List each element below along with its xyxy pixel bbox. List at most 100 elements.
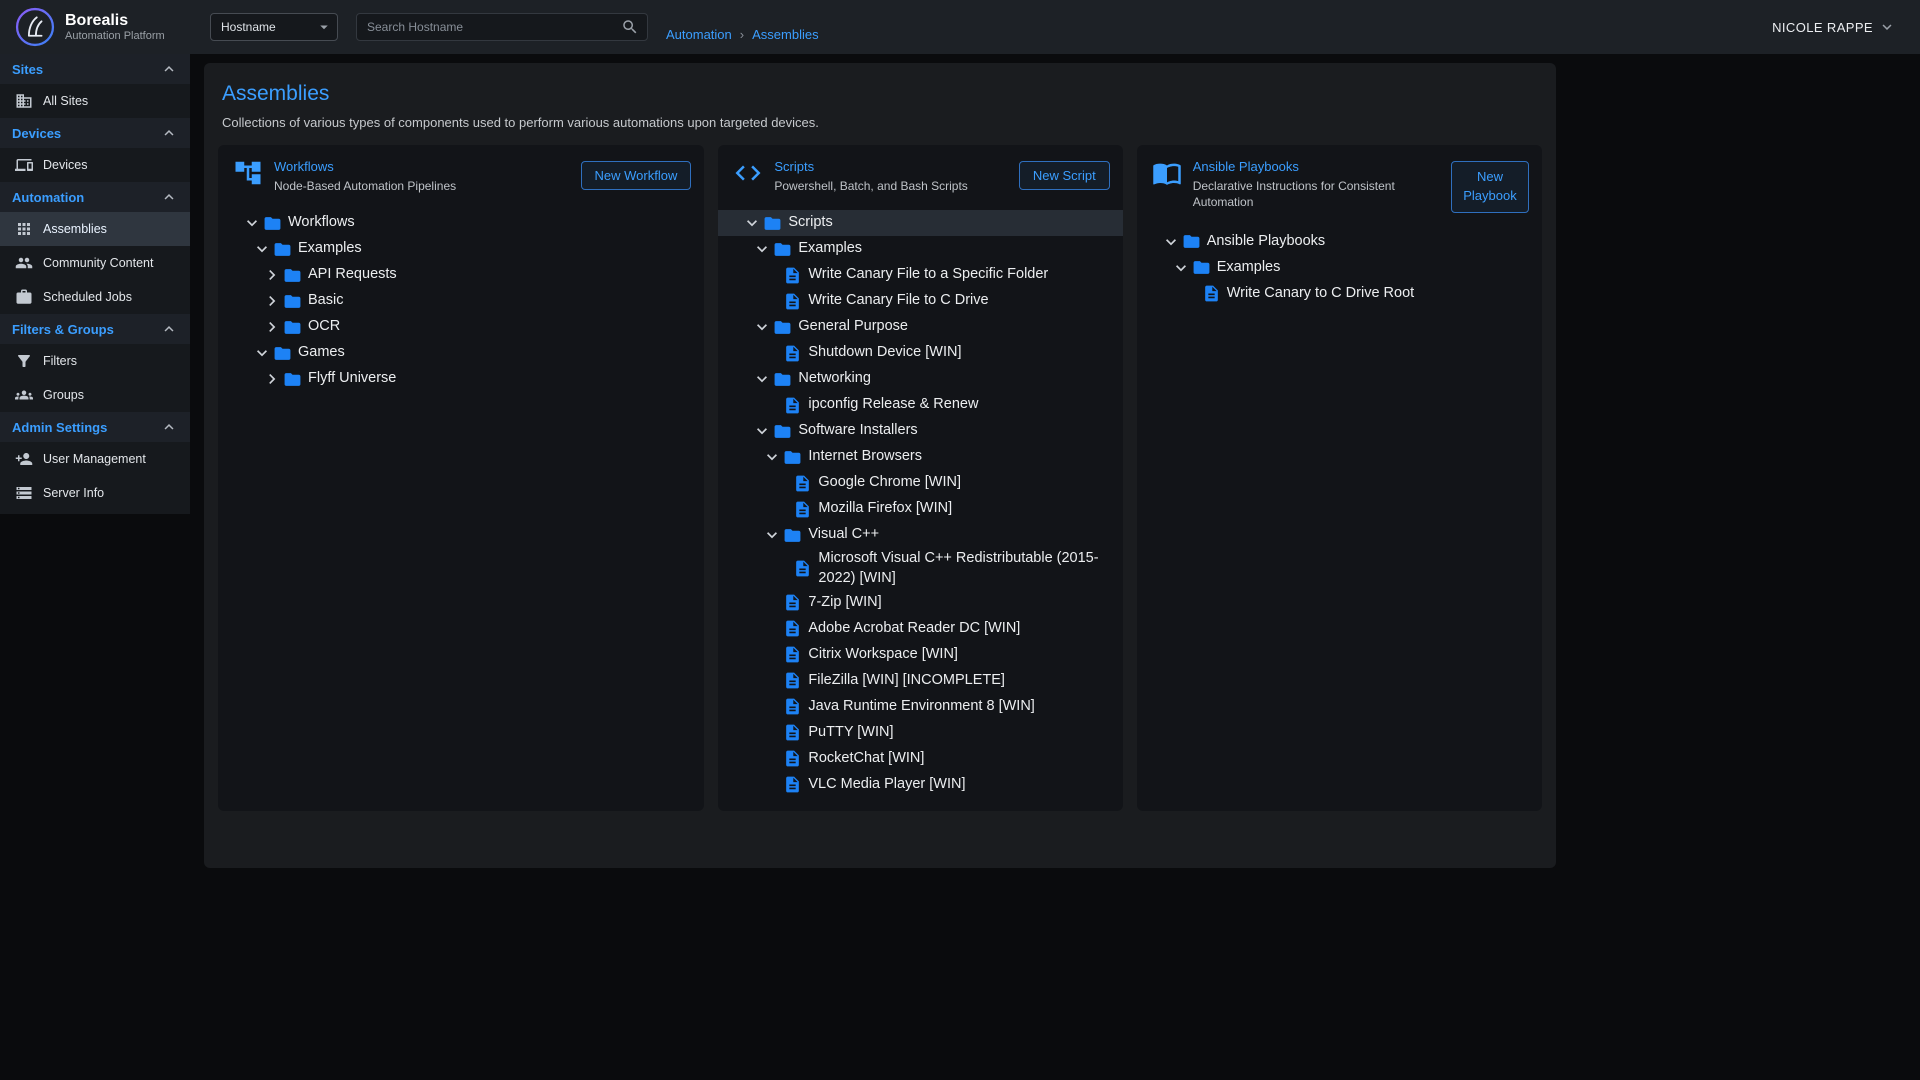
sidebar-section-label: Devices [12, 126, 61, 141]
chevron-down-icon[interactable] [752, 369, 772, 389]
chevron-down-icon[interactable] [242, 213, 262, 233]
new-workflow-button[interactable]: New Workflow [581, 161, 692, 190]
sidebar-item-groups[interactable]: Groups [0, 378, 190, 412]
folder-icon [273, 240, 292, 259]
chevron-spacer [762, 748, 782, 768]
brand-name: Borealis [65, 12, 165, 30]
sidebar-section-devices[interactable]: Devices [0, 118, 190, 148]
tree-folder-ocr[interactable]: OCR [218, 314, 704, 340]
brand: Borealis Automation Platform [14, 6, 210, 48]
tree-item-label: API Requests [303, 265, 397, 285]
card-subtitle: Declarative Instructions for Consistent … [1193, 178, 1423, 210]
tree-file-adobe-acrobat-reader-dc-win[interactable]: Adobe Acrobat Reader DC [WIN] [718, 615, 1122, 641]
tree-file-ipconfig-release-renew[interactable]: ipconfig Release & Renew [718, 392, 1122, 418]
card-workflows: WorkflowsNode-Based Automation Pipelines… [218, 145, 704, 811]
tree-file-write-canary-to-c-drive-root[interactable]: Write Canary to C Drive Root [1137, 281, 1542, 307]
chevron-right-icon[interactable] [262, 291, 282, 311]
sidebar-item-server-info[interactable]: Server Info [0, 476, 190, 510]
tree-folder-api-requests[interactable]: API Requests [218, 262, 704, 288]
chevron-down-icon[interactable] [252, 343, 272, 363]
sidebar-section-automation[interactable]: Automation [0, 182, 190, 212]
tree-file-google-chrome-win[interactable]: Google Chrome [WIN] [718, 470, 1122, 496]
sidebar-item-scheduled-jobs[interactable]: Scheduled Jobs [0, 280, 190, 314]
card-subtitle: Powershell, Batch, and Bash Scripts [774, 178, 1004, 194]
tree-file-microsoft-visual-c-redistributable-2015-2022-win[interactable]: Microsoft Visual C++ Redistributable (20… [718, 548, 1122, 589]
sidebar-section-sites[interactable]: Sites [0, 54, 190, 84]
tree-folder-basic[interactable]: Basic [218, 288, 704, 314]
tree-file-write-canary-file-to-c-drive[interactable]: Write Canary File to C Drive [718, 288, 1122, 314]
tree-folder-general-purpose[interactable]: General Purpose [718, 314, 1122, 340]
chevron-down-icon[interactable] [742, 213, 762, 233]
chevron-down-icon[interactable] [252, 239, 272, 259]
tree-file-rocketchat-win[interactable]: RocketChat [WIN] [718, 745, 1122, 771]
chevron-down-icon[interactable] [752, 239, 772, 259]
breadcrumb: Automation › Assemblies [666, 27, 819, 42]
sites-icon [15, 92, 33, 110]
chevron-down-icon[interactable] [762, 447, 782, 467]
tree-file-citrix-workspace-win[interactable]: Citrix Workspace [WIN] [718, 641, 1122, 667]
tree-item-label: Workflows [283, 213, 355, 233]
tree-file-vlc-media-player-win[interactable]: VLC Media Player [WIN] [718, 771, 1122, 797]
chevron-down-icon[interactable] [1161, 232, 1181, 252]
sidebar-item-label: All Sites [43, 94, 88, 108]
card-titles: ScriptsPowershell, Batch, and Bash Scrip… [774, 158, 1007, 194]
tree-folder-examples[interactable]: Examples [718, 236, 1122, 262]
file-icon [783, 775, 802, 794]
sidebar-item-assemblies[interactable]: Assemblies [0, 212, 190, 246]
tree-file-7-zip-win[interactable]: 7-Zip [WIN] [718, 589, 1122, 615]
tree-folder-workflows[interactable]: Workflows [218, 210, 704, 236]
chevron-down-icon[interactable] [752, 421, 772, 441]
tree-file-shutdown-device-win[interactable]: Shutdown Device [WIN] [718, 340, 1122, 366]
tree-item-label: ipconfig Release & Renew [803, 395, 978, 415]
chevron-up-icon [160, 60, 178, 78]
tree-file-filezilla-win-incomplete[interactable]: FileZilla [WIN] [INCOMPLETE] [718, 667, 1122, 693]
chevron-down-icon[interactable] [1171, 258, 1191, 278]
tree-item-label: Shutdown Device [WIN] [803, 343, 961, 363]
tree-folder-scripts[interactable]: Scripts [718, 210, 1122, 236]
chevron-right-icon[interactable] [262, 265, 282, 285]
tree-item-label: Write Canary File to a Specific Folder [803, 265, 1048, 285]
sidebar-section-filters-groups[interactable]: Filters & Groups [0, 314, 190, 344]
sidebar-item-user-management[interactable]: User Management [0, 442, 190, 476]
tree-folder-examples[interactable]: Examples [1137, 255, 1542, 281]
sidebar-item-community-content[interactable]: Community Content [0, 246, 190, 280]
breadcrumb-item-assemblies[interactable]: Assemblies [752, 27, 818, 42]
sidebar-item-all-sites[interactable]: All Sites [0, 84, 190, 118]
sidebar-item-devices[interactable]: Devices [0, 148, 190, 182]
chevron-down-icon[interactable] [762, 525, 782, 545]
hostname-dropdown[interactable]: Hostname [210, 13, 338, 41]
tree-item-label: VLC Media Player [WIN] [803, 775, 965, 795]
chevron-right-icon[interactable] [262, 369, 282, 389]
tree-folder-networking[interactable]: Networking [718, 366, 1122, 392]
workflow-icon [233, 158, 263, 188]
tree-file-write-canary-file-to-a-specific-folder[interactable]: Write Canary File to a Specific Folder [718, 262, 1122, 288]
tree-item-label: Citrix Workspace [WIN] [803, 645, 958, 665]
sidebar-item-filters[interactable]: Filters [0, 344, 190, 378]
tree-folder-internet-browsers[interactable]: Internet Browsers [718, 444, 1122, 470]
tree-folder-examples[interactable]: Examples [218, 236, 704, 262]
tree-folder-flyff-universe[interactable]: Flyff Universe [218, 366, 704, 392]
tree-file-mozilla-firefox-win[interactable]: Mozilla Firefox [WIN] [718, 496, 1122, 522]
chevron-right-icon[interactable] [262, 317, 282, 337]
file-icon [783, 396, 802, 415]
search-input[interactable] [365, 19, 621, 35]
sidebar-item-label: Scheduled Jobs [43, 290, 132, 304]
breadcrumb-item-automation[interactable]: Automation [666, 27, 732, 42]
book-icon [1152, 158, 1182, 188]
tree-folder-software-installers[interactable]: Software Installers [718, 418, 1122, 444]
user-menu[interactable]: NICOLE RAPPE [1772, 18, 1896, 36]
new-script-button[interactable]: New Script [1019, 161, 1110, 190]
tree-folder-visual-c[interactable]: Visual C++ [718, 522, 1122, 548]
tree-folder-games[interactable]: Games [218, 340, 704, 366]
tree-item-label: Write Canary to C Drive Root [1222, 284, 1414, 304]
sidebar-item-label: User Management [43, 452, 146, 466]
sidebar-item-label: Server Info [43, 486, 104, 500]
chevron-spacer [762, 265, 782, 285]
chevron-down-icon[interactable] [752, 317, 772, 337]
new-playbook-button[interactable]: New Playbook [1451, 161, 1529, 213]
tree-file-putty-win[interactable]: PuTTY [WIN] [718, 719, 1122, 745]
tree-folder-ansible-playbooks[interactable]: Ansible Playbooks [1137, 229, 1542, 255]
chevron-spacer [762, 618, 782, 638]
sidebar-section-admin-settings[interactable]: Admin Settings [0, 412, 190, 442]
tree-file-java-runtime-environment-8-win[interactable]: Java Runtime Environment 8 [WIN] [718, 693, 1122, 719]
